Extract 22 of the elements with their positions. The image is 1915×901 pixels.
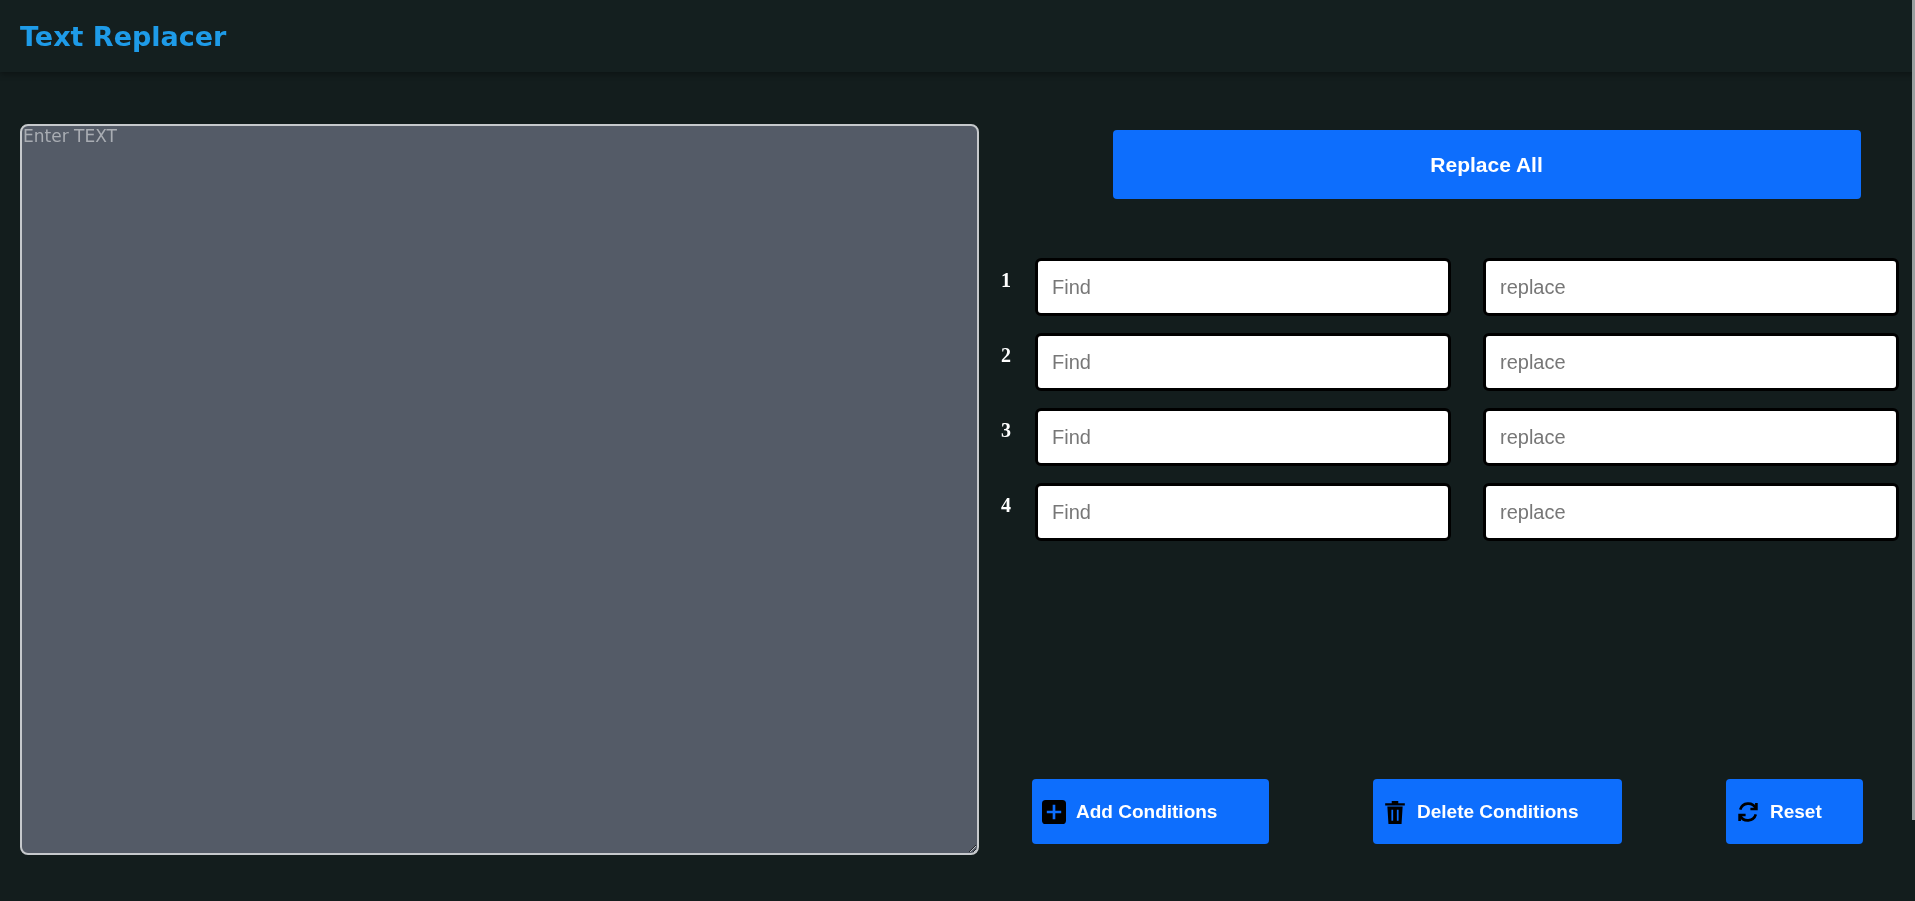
app-title: Text Replacer: [20, 20, 227, 52]
reset-button[interactable]: Reset: [1726, 779, 1863, 844]
replace-field[interactable]: replace: [1483, 408, 1899, 466]
replace-field[interactable]: replace: [1483, 333, 1899, 391]
plus-square-icon: [1042, 799, 1066, 824]
find-field[interactable]: Find: [1035, 408, 1451, 466]
condition-number: 3: [1001, 418, 1012, 442]
condition-number: 1: [1001, 268, 1012, 292]
replace-field[interactable]: replace: [1483, 483, 1899, 541]
condition-number: 2: [1001, 343, 1012, 367]
condition-number: 4: [1001, 493, 1012, 517]
find-field[interactable]: Find: [1035, 483, 1451, 541]
replace-all-button[interactable]: Replace All: [1112, 130, 1861, 199]
delete-button[interactable]: Delete Conditions: [1373, 779, 1622, 844]
scrollbar-thumb[interactable]: [1912, 0, 1915, 820]
refresh-icon: [1736, 799, 1760, 824]
find-field[interactable]: Find: [1035, 333, 1451, 391]
replace-field[interactable]: replace: [1483, 258, 1899, 316]
trash-icon: [1383, 799, 1407, 824]
add-button[interactable]: Add Conditions: [1032, 779, 1269, 844]
find-field[interactable]: Find: [1035, 258, 1451, 316]
text-input-area[interactable]: Enter TEXT: [20, 124, 979, 855]
